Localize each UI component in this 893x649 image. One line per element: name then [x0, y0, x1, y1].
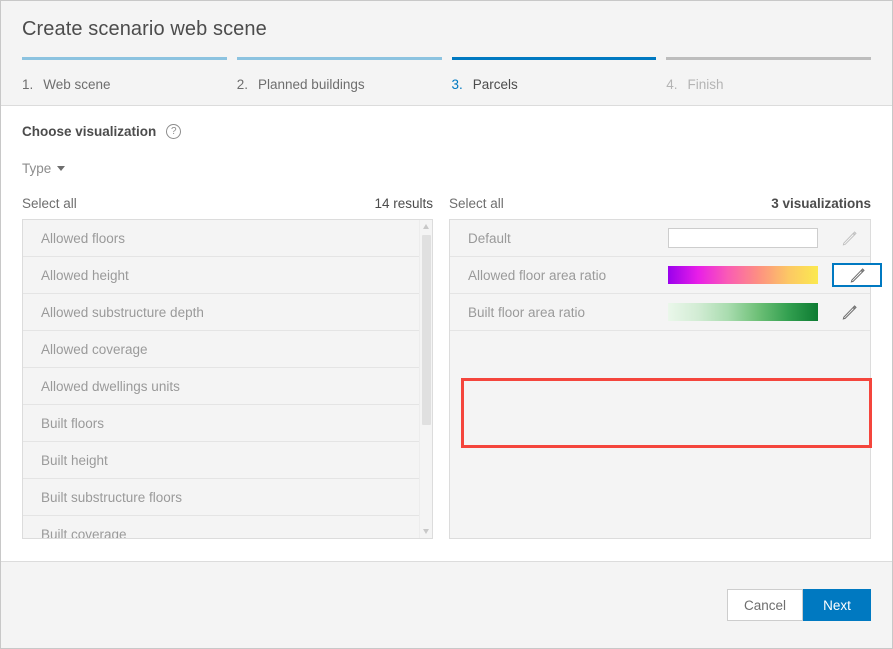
list-item[interactable]: Allowed coverage	[23, 331, 432, 368]
list-item[interactable]: Allowed substructure depth	[23, 294, 432, 331]
color-ramp-built[interactable]	[668, 303, 818, 321]
help-circle-icon[interactable]: ?	[166, 124, 182, 139]
attributes-select-all[interactable]: Select all	[22, 196, 77, 211]
list-item[interactable]: Built coverage	[23, 516, 432, 538]
edit-pencil-icon	[850, 267, 865, 283]
step-progress-bar	[451, 57, 657, 60]
visualizations-select-all[interactable]: Select all	[449, 196, 504, 211]
dialog-body: Choose visualization ? Type Select all 1…	[1, 106, 892, 559]
page-title: Create scenario web scene	[22, 17, 267, 40]
step-number: 2.	[236, 76, 249, 92]
step-progress-bar	[22, 57, 227, 60]
visualization-name: Built floor area ratio	[468, 304, 586, 320]
type-filter-dropdown[interactable]: Type	[22, 161, 66, 176]
visualization-row-built-floor-area-ratio[interactable]: Built floor area ratio	[450, 294, 870, 331]
visualizations-list: Default Allowed floor area ratio Built f…	[449, 219, 882, 539]
step-parcels[interactable]: 3. Parcels	[451, 57, 657, 105]
step-web-scene[interactable]: 1. Web scene	[22, 57, 227, 105]
edit-pencil-icon	[842, 230, 857, 245]
type-filter-label: Type	[22, 161, 52, 176]
visualizations-panel: Select all 3 visualizations Default Allo…	[449, 196, 882, 539]
step-label: Planned buildings	[258, 76, 365, 92]
section-header: Choose visualization ?	[22, 106, 871, 139]
cancel-button[interactable]: Cancel	[726, 589, 803, 621]
step-number: 3.	[451, 76, 463, 92]
attributes-list-scrollbar[interactable]	[419, 220, 432, 538]
wizard-steps: 1. Web scene 2. Planned buildings 3. Par…	[1, 57, 892, 106]
dialog-header: Create scenario web scene	[1, 1, 892, 57]
step-label: Finish	[687, 76, 724, 92]
step-progress-bar	[666, 57, 871, 60]
edit-visualization-button[interactable]	[832, 300, 866, 324]
color-ramp-allowed[interactable]	[668, 266, 818, 284]
list-item[interactable]: Allowed height	[23, 257, 432, 294]
visualization-name: Default	[468, 230, 511, 246]
step-number: 4.	[666, 76, 678, 92]
list-item[interactable]: Built height	[23, 442, 432, 479]
visualization-swatch	[668, 228, 832, 248]
step-progress-bar	[236, 57, 442, 60]
visualization-name: Allowed floor area ratio	[468, 267, 607, 283]
chevron-down-icon	[57, 166, 66, 171]
visualization-row-default[interactable]: Default	[450, 220, 870, 257]
visualizations-panel-header: Select all 3 visualizations	[449, 196, 871, 219]
visualizations-count: 3 visualizations	[771, 196, 871, 211]
default-value-input[interactable]	[668, 228, 818, 248]
create-scenario-dialog: Create scenario web scene 1. Web scene 2…	[0, 0, 893, 649]
attributes-list: Allowed floors Allowed height Allowed su…	[22, 219, 433, 539]
attributes-panel: Select all 14 results Allowed floors All…	[22, 196, 433, 539]
dialog-footer: Cancel Next	[1, 561, 892, 648]
attributes-panel-header: Select all 14 results	[22, 196, 433, 219]
list-item[interactable]: Allowed floors	[23, 220, 432, 257]
scroll-up-arrow-icon[interactable]	[423, 224, 429, 229]
step-planned-buildings[interactable]: 2. Planned buildings	[236, 57, 442, 105]
next-button[interactable]: Next	[803, 589, 871, 621]
edit-visualization-button[interactable]	[832, 263, 882, 287]
edit-visualization-button[interactable]	[832, 226, 866, 250]
visualization-row-allowed-floor-area-ratio[interactable]: Allowed floor area ratio	[450, 257, 882, 294]
step-label: Web scene	[43, 76, 111, 92]
step-label: Parcels	[472, 76, 518, 92]
section-title: Choose visualization	[22, 124, 157, 139]
scroll-down-arrow-icon[interactable]	[423, 529, 429, 534]
list-item[interactable]: Allowed dwellings units	[23, 368, 432, 405]
visualization-swatch	[668, 266, 832, 284]
list-item[interactable]: Built floors	[23, 405, 432, 442]
edit-pencil-icon	[842, 304, 857, 320]
visualization-swatch	[668, 303, 832, 321]
scrollbar-thumb[interactable]	[422, 235, 431, 425]
list-item[interactable]: Built substructure floors	[23, 479, 432, 516]
step-finish: 4. Finish	[666, 57, 871, 105]
step-number: 1.	[22, 76, 34, 92]
panels-container: Select all 14 results Allowed floors All…	[22, 196, 882, 539]
attributes-result-count: 14 results	[374, 196, 433, 211]
